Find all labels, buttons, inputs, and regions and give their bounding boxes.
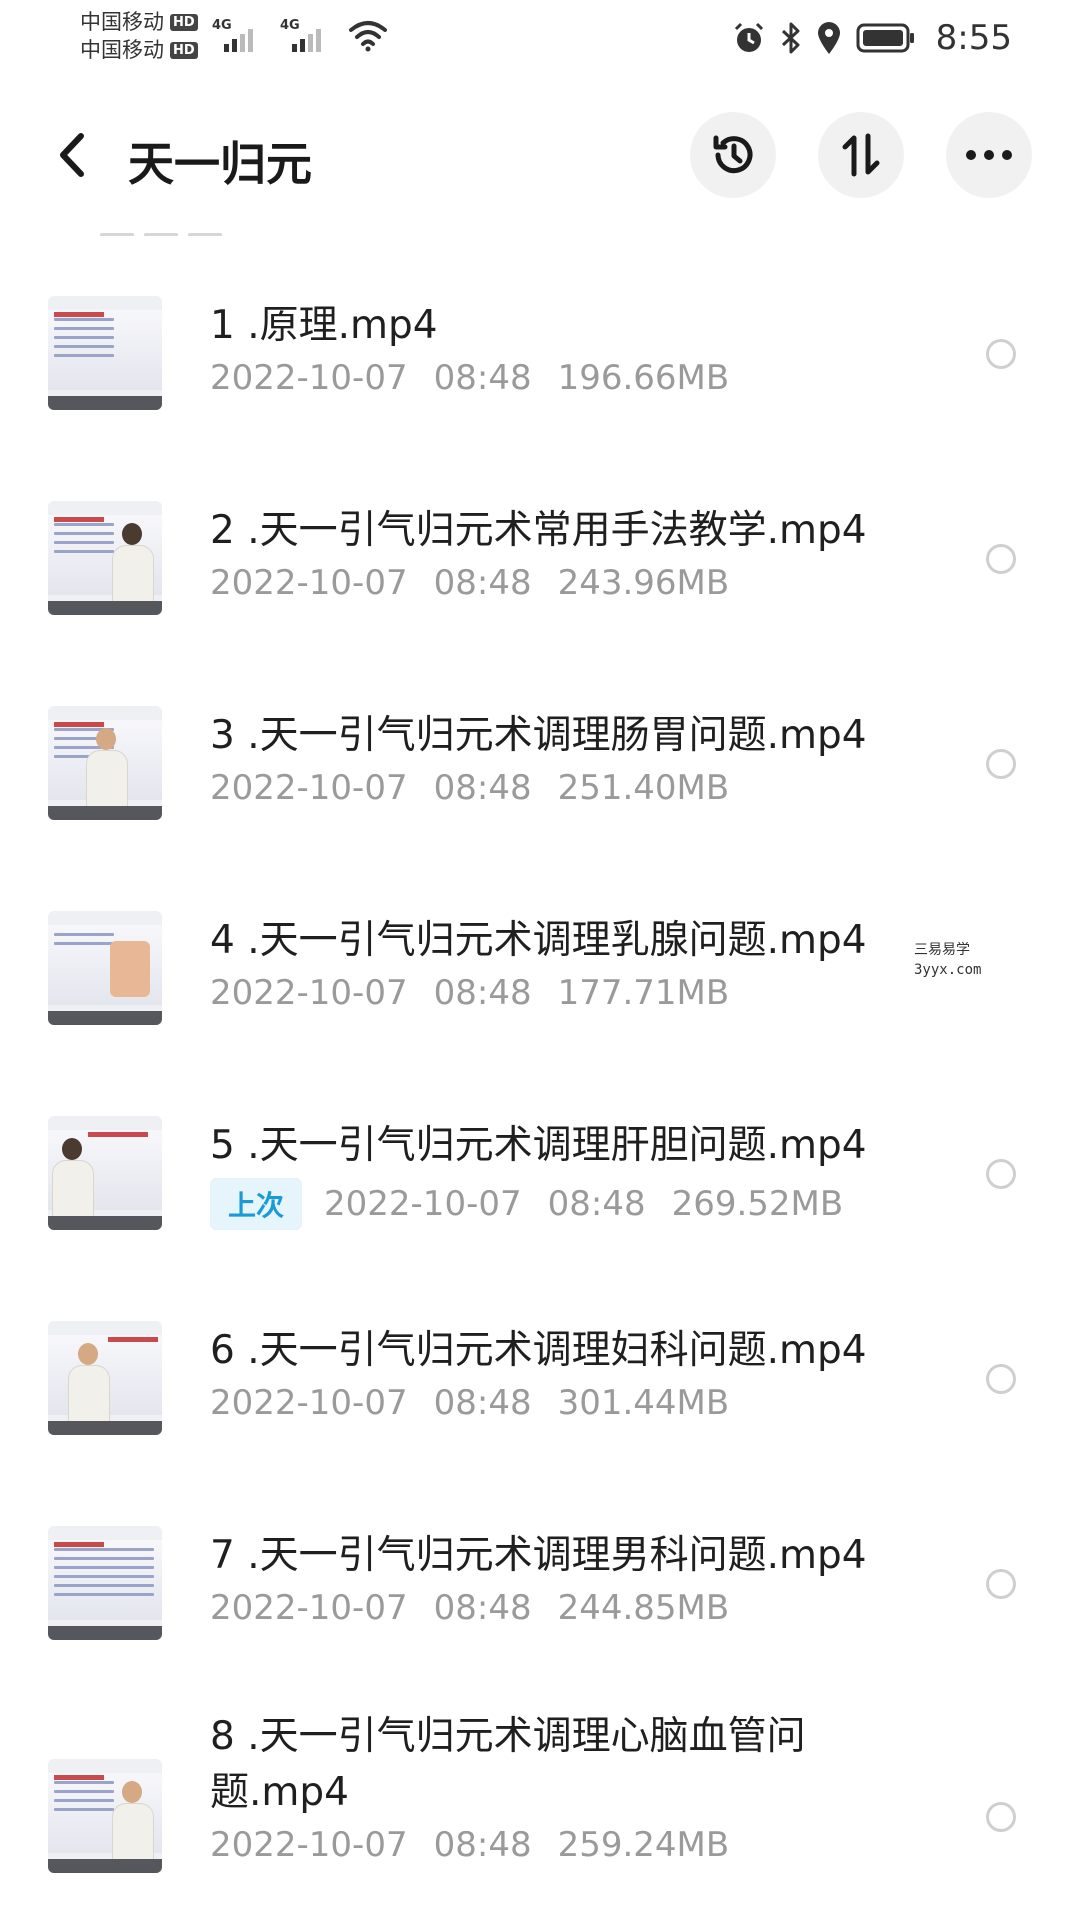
file-time: 08:48: [433, 358, 532, 398]
watermark-url: 3yyx.com: [914, 962, 982, 978]
more-options-button[interactable]: [946, 112, 1032, 198]
file-date: 2022-10-07: [210, 1825, 408, 1865]
file-list-item[interactable]: 1 .原理.mp4 2022-10-07 08:48 196.66MB: [0, 240, 1080, 420]
clock: 8:55: [935, 18, 1012, 58]
file-name: 1 .原理.mp4: [210, 303, 438, 348]
file-name: 7 .天一引气归元术调理男科问题.mp4: [210, 1533, 867, 1578]
carrier-name: 中国移动: [80, 10, 164, 34]
file-size: 196.66MB: [557, 358, 730, 398]
file-size: 251.40MB: [557, 768, 730, 808]
history-icon: [713, 135, 753, 174]
hd-badge: HD: [170, 13, 198, 31]
select-radio[interactable]: [986, 1569, 1016, 1599]
select-radio[interactable]: [986, 544, 1016, 574]
back-button[interactable]: [44, 122, 100, 188]
carrier-info: 中国移动 HD 中国移动 HD: [80, 8, 198, 64]
file-meta: 2022-10-07 08:48 301.44MB: [210, 1383, 755, 1423]
file-name: 8 .天一引气归元术调理心脑血管问题.mp4: [210, 1714, 806, 1815]
file-name: 5 .天一引气归元术调理肝胆问题.mp4: [210, 1123, 867, 1168]
file-size: 301.44MB: [557, 1383, 730, 1423]
scrolled-row-remnant: [100, 222, 300, 236]
file-list-item[interactable]: 3 .天一引气归元术调理肠胃问题.mp4 2022-10-07 08:48 25…: [0, 650, 1080, 830]
video-thumbnail: [48, 911, 162, 1025]
file-name: 2 .天一引气归元术常用手法教学.mp4: [210, 508, 867, 553]
last-played-badge: 上次: [210, 1178, 303, 1230]
app-header: 天一归元: [0, 100, 1080, 210]
location-icon: [817, 22, 840, 54]
file-list-item[interactable]: 8 .天一引气归元术调理心脑血管问题.mp4 2022-10-07 08:48 …: [0, 1675, 1080, 1925]
file-time: 08:48: [433, 973, 532, 1013]
select-radio[interactable]: [986, 1364, 1016, 1394]
file-meta: 2022-10-07 08:48 196.66MB: [210, 358, 755, 398]
hd-badge: HD: [170, 41, 198, 59]
bluetooth-icon: [781, 22, 800, 54]
chevron-left-icon: [60, 133, 84, 177]
file-date: 2022-10-07: [324, 1184, 522, 1224]
file-date: 2022-10-07: [210, 973, 408, 1013]
watermark: 三易易学 3yyx.com: [914, 940, 1024, 980]
file-time: 08:48: [433, 768, 532, 808]
select-radio[interactable]: [986, 1159, 1016, 1189]
battery-icon: [856, 23, 914, 53]
file-time: 08:48: [433, 1825, 532, 1865]
page-title: 天一归元: [128, 137, 312, 191]
file-list-item[interactable]: 6 .天一引气归元术调理妇科问题.mp4 2022-10-07 08:48 30…: [0, 1265, 1080, 1445]
file-list-item[interactable]: 7 .天一引气归元术调理男科问题.mp4 2022-10-07 08:48 24…: [0, 1470, 1080, 1650]
file-name: 6 .天一引气归元术调理妇科问题.mp4: [210, 1328, 867, 1373]
file-time: 08:48: [547, 1184, 646, 1224]
watermark-text: 三易易学: [914, 942, 970, 958]
signal-icon: 4G: [280, 18, 332, 52]
video-thumbnail: [48, 501, 162, 615]
file-time: 08:48: [433, 563, 532, 603]
file-date: 2022-10-07: [210, 358, 408, 398]
file-date: 2022-10-07: [210, 1383, 408, 1423]
file-date: 2022-10-07: [210, 768, 408, 808]
select-radio[interactable]: [986, 749, 1016, 779]
sort-icon: [842, 133, 880, 177]
carrier-name: 中国移动: [80, 38, 164, 62]
video-thumbnail: [48, 1526, 162, 1640]
file-time: 08:48: [433, 1588, 532, 1628]
file-list-item[interactable]: 2 .天一引气归元术常用手法教学.mp4 2022-10-07 08:48 24…: [0, 445, 1080, 625]
video-thumbnail: [48, 1321, 162, 1435]
video-thumbnail: [48, 706, 162, 820]
video-thumbnail: [48, 296, 162, 410]
wifi-icon: [349, 21, 387, 52]
alarm-icon: [734, 22, 763, 52]
file-date: 2022-10-07: [210, 563, 408, 603]
file-size: 243.96MB: [557, 563, 730, 603]
file-name: 4 .天一引气归元术调理乳腺问题.mp4: [210, 918, 867, 963]
select-radio[interactable]: [986, 339, 1016, 369]
file-meta: 2022-10-07 08:48 251.40MB: [210, 768, 755, 808]
sort-button[interactable]: [818, 112, 904, 198]
file-meta: 上次 2022-10-07 08:48 269.52MB: [210, 1178, 869, 1230]
history-button[interactable]: [690, 112, 776, 198]
status-bar: 中国移动 HD 中国移动 HD 4G 4G 8:55: [0, 0, 1080, 80]
file-meta: 2022-10-07 08:48 177.71MB: [210, 973, 755, 1013]
file-size: 259.24MB: [557, 1825, 730, 1865]
file-meta: 2022-10-07 08:48 244.85MB: [210, 1588, 755, 1628]
more-horizontal-icon: [966, 150, 1012, 160]
file-size: 269.52MB: [671, 1184, 844, 1224]
file-size: 244.85MB: [557, 1588, 730, 1628]
file-date: 2022-10-07: [210, 1588, 408, 1628]
select-radio[interactable]: [986, 1802, 1016, 1832]
file-size: 177.71MB: [557, 973, 730, 1013]
file-time: 08:48: [433, 1383, 532, 1423]
video-thumbnail: [48, 1759, 162, 1873]
file-list-item[interactable]: 5 .天一引气归元术调理肝胆问题.mp4 上次 2022-10-07 08:48…: [0, 1060, 1080, 1240]
file-meta: 2022-10-07 08:48 243.96MB: [210, 563, 755, 603]
file-meta: 2022-10-07 08:48 259.24MB: [210, 1825, 755, 1865]
signal-icon: 4G: [212, 18, 264, 52]
video-thumbnail: [48, 1116, 162, 1230]
file-name: 3 .天一引气归元术调理肠胃问题.mp4: [210, 713, 867, 758]
